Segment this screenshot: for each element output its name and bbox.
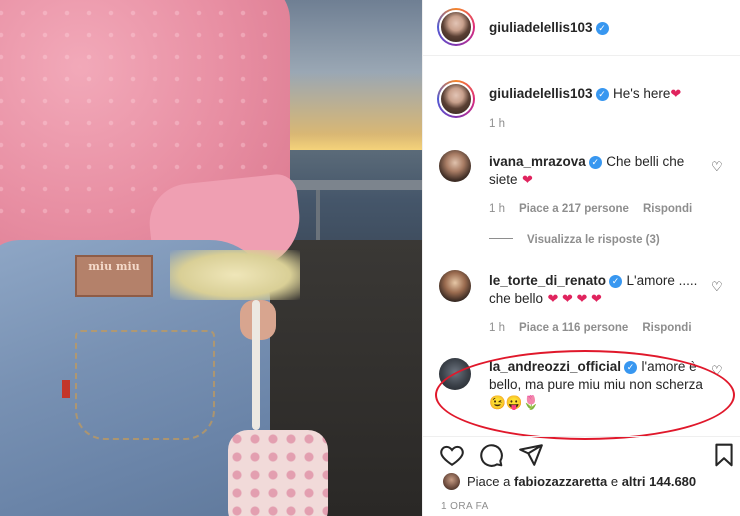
comment-username[interactable]: ivana_mrazova xyxy=(489,154,586,169)
comment-meta: 1 h Piace a 217 persone Rispondi xyxy=(489,203,692,215)
comment-time[interactable]: 1 h xyxy=(489,203,505,215)
comment-likes[interactable]: Piace a 116 persone xyxy=(519,322,628,334)
likes-summary[interactable]: Piace a fabiozazzaretta e altri 144.680 xyxy=(467,474,696,489)
reply-button[interactable]: Rispondi xyxy=(643,203,692,215)
liker-avatar[interactable] xyxy=(443,473,460,490)
heart-outline-icon[interactable]: ♡ xyxy=(711,160,725,174)
post-header: giuliadelellis103 ✓ xyxy=(423,0,740,56)
likes-others[interactable]: altri 144.680 xyxy=(622,474,696,489)
post-time[interactable]: 1 ORA FA xyxy=(441,501,489,512)
reply-button[interactable]: Rispondi xyxy=(642,322,691,334)
back-pocket xyxy=(75,330,215,440)
comment-likes[interactable]: Piace a 217 persone xyxy=(519,203,629,215)
post-photo[interactable]: miu miu xyxy=(0,0,422,516)
jeans-label-patch: miu miu xyxy=(75,255,153,297)
comment-username[interactable]: le_torte_di_renato xyxy=(489,273,606,288)
red-highlight-circle xyxy=(435,350,735,440)
comment-time[interactable]: 1 h xyxy=(489,322,505,334)
bookmark-icon[interactable] xyxy=(711,442,737,468)
railing-post xyxy=(316,190,320,246)
caption-username[interactable]: giuliadelellis103 xyxy=(489,86,593,101)
comment-avatar[interactable] xyxy=(439,150,471,182)
divider xyxy=(489,238,513,239)
view-replies-button[interactable]: Visualizza le risposte (3) xyxy=(489,234,660,246)
verified-badge-icon: ✓ xyxy=(595,22,609,35)
post-panel: giuliadelellis103 ✓ giuliadelellis103 ✓ He… xyxy=(422,0,740,516)
red-tab xyxy=(62,380,70,398)
liker-username[interactable]: fabiozazzaretta xyxy=(514,474,607,489)
comment-emoji: ❤ xyxy=(521,172,533,187)
heart-outline-icon[interactable] xyxy=(439,442,465,468)
handbag xyxy=(228,430,328,516)
bag-strap xyxy=(252,300,260,430)
railing xyxy=(290,180,422,190)
caption-time[interactable]: 1 h xyxy=(489,118,505,130)
comment-bubble-icon[interactable] xyxy=(478,442,504,468)
comment-item: ivana_mrazova ✓ Che belli che siete ❤ xyxy=(489,153,709,189)
verified-badge-icon: ✓ xyxy=(609,275,623,288)
author-username[interactable]: giuliadelellis103 xyxy=(489,20,593,35)
caption-author-avatar[interactable] xyxy=(437,80,475,118)
action-bar xyxy=(423,436,740,470)
paper-plane-icon[interactable] xyxy=(518,442,544,468)
comment-avatar[interactable] xyxy=(439,270,471,302)
comment-emoji: ❤ ❤ ❤ ❤ xyxy=(547,291,602,306)
heart-outline-icon[interactable]: ♡ xyxy=(711,280,725,294)
verified-badge-icon: ✓ xyxy=(595,88,609,101)
caption-text: He's here xyxy=(613,86,671,101)
caption: giuliadelellis103 ✓ He's here❤ xyxy=(489,85,709,103)
caption-emoji: ❤ xyxy=(670,86,682,101)
comment-item: le_torte_di_renato ✓ L'amore ..... che be… xyxy=(489,272,709,308)
comment-meta: 1 h Piace a 116 persone Rispondi xyxy=(489,322,692,334)
fur-cuff xyxy=(170,250,300,300)
author-avatar[interactable] xyxy=(437,8,475,46)
verified-badge-icon: ✓ xyxy=(588,156,602,169)
